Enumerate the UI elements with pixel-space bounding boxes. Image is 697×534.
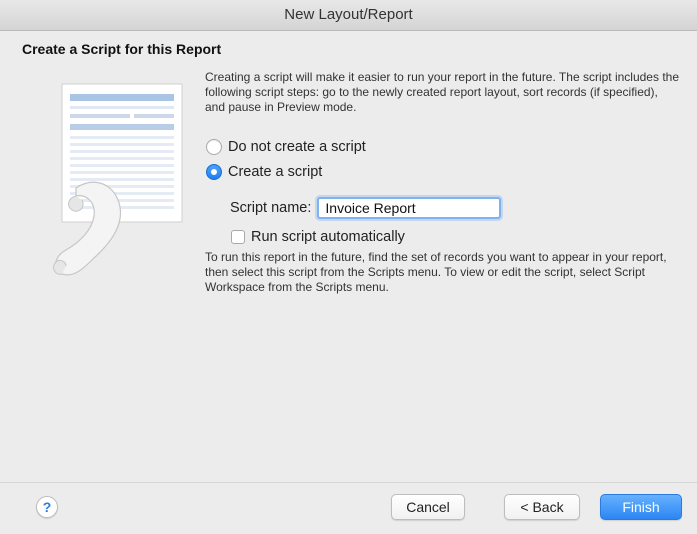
run-automatically-option[interactable]: Run script automatically xyxy=(231,227,405,247)
finish-button[interactable]: Finish xyxy=(600,494,682,520)
help-text: To run this report in the future, find t… xyxy=(205,250,667,294)
option-no-script[interactable]: Do not create a script xyxy=(206,137,366,157)
question-mark-icon[interactable]: ? xyxy=(36,496,58,518)
option-no-script-label: Do not create a script xyxy=(228,139,366,155)
intro-text: Creating a script will make it easier to… xyxy=(205,70,679,114)
option-create-script[interactable]: Create a script xyxy=(206,162,322,182)
script-name-row: Script name: xyxy=(230,195,502,221)
cancel-button[interactable]: Cancel xyxy=(391,494,465,520)
report-script-illustration xyxy=(48,80,198,290)
run-automatically-label: Run script automatically xyxy=(251,229,405,245)
radio-button-unchecked[interactable] xyxy=(206,139,222,155)
script-name-field[interactable] xyxy=(317,197,502,219)
back-button[interactable]: < Back xyxy=(504,494,580,520)
option-create-script-label: Create a script xyxy=(228,164,323,180)
window-title: New Layout/Report xyxy=(284,6,413,23)
run-automatically-checkbox[interactable] xyxy=(231,230,245,244)
script-name-label: Script name: xyxy=(230,200,312,216)
footer-divider xyxy=(0,482,697,483)
radio-button-checked[interactable] xyxy=(206,164,222,180)
page-title: Create a Script for this Report xyxy=(22,41,222,57)
window-title-bar: New Layout/Report xyxy=(0,0,697,31)
